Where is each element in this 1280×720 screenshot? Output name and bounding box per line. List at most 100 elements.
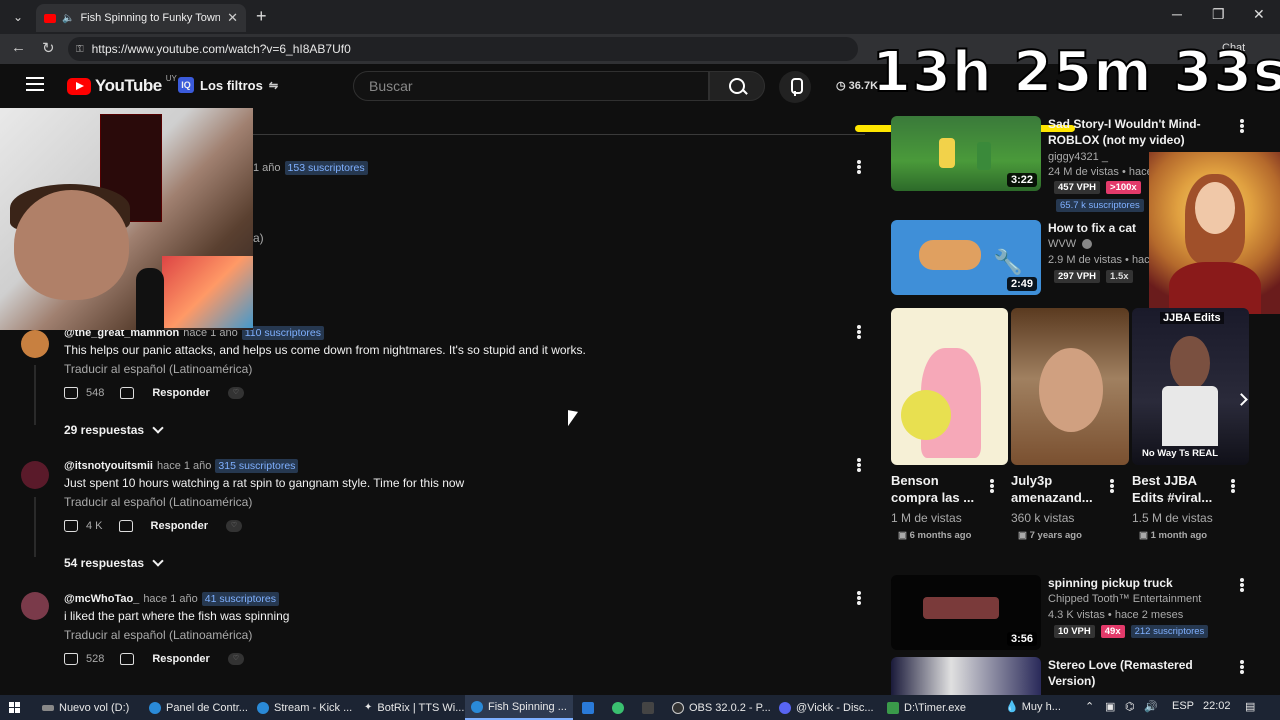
like-icon[interactable] — [64, 653, 78, 665]
speaker-icon[interactable]: 🔈 — [62, 13, 74, 24]
avatar[interactable] — [21, 592, 49, 620]
tray-app-icon[interactable]: ▣ — [1105, 700, 1115, 713]
short-title[interactable]: July3p amenazand... — [1011, 472, 1107, 506]
comment-more-icon[interactable] — [857, 325, 861, 339]
taskbar-item[interactable]: ✦ BotRix | TTS Wi... — [358, 695, 470, 720]
volume-icon[interactable]: 🔊 — [1144, 700, 1158, 713]
short-thumbnail[interactable]: JJBA Edits No Way Ts REAL — [1132, 308, 1249, 465]
video-stats: 457 VPH >100x — [1054, 181, 1141, 194]
tab-active[interactable]: 🔈 Fish Spinning to Funky Town ✕ — [36, 4, 246, 32]
like-count: 548 — [86, 387, 105, 399]
video-thumbnail[interactable]: 3:22 — [891, 116, 1041, 191]
avatar[interactable] — [21, 461, 49, 489]
youtube-logo[interactable]: YouTube UY — [67, 74, 177, 96]
section-divider — [253, 134, 865, 135]
like-icon[interactable] — [64, 520, 78, 532]
video-thumbnail[interactable]: 🔧 2:49 — [891, 220, 1041, 295]
taskbar-item-active[interactable]: Fish Spinning ... — [465, 695, 573, 720]
short-more-icon[interactable] — [990, 479, 994, 493]
taskbar-item[interactable]: D:\Timer.exe — [881, 695, 972, 720]
translate-link[interactable]: Traducir al español (Latinoamérica) — [64, 495, 252, 509]
short-title[interactable]: Best JJBA Edits #viral... — [1132, 472, 1228, 506]
menu-icon[interactable] — [26, 77, 44, 91]
video-title[interactable]: spinning pickup truck — [1048, 575, 1228, 591]
reply-button[interactable]: Responder — [152, 653, 209, 665]
video-channel[interactable]: giggy4321 _ — [1048, 151, 1108, 163]
clock-time[interactable]: 22:02 — [1203, 700, 1231, 712]
dislike-icon[interactable] — [118, 520, 133, 532]
translate-link[interactable]: Traducir al español (Latinoamérica) — [64, 362, 252, 376]
video-title[interactable]: Sad Story-I Wouldn't Mind- ROBLOX (not m… — [1048, 116, 1208, 148]
short-thumbnail[interactable] — [891, 308, 1008, 465]
video-more-icon[interactable] — [1240, 660, 1244, 674]
video-channel[interactable]: Chipped Tooth™ Entertainment — [1048, 593, 1201, 605]
reload-icon[interactable]: ↻ — [42, 39, 55, 57]
taskbar-pinned[interactable] — [606, 695, 630, 720]
short-thumbnail[interactable] — [1011, 308, 1129, 465]
video-title[interactable]: How to fix a cat — [1048, 220, 1148, 236]
input-language[interactable]: ESP — [1172, 700, 1194, 712]
creator-heart-icon: ♡ — [225, 520, 242, 532]
video-title[interactable]: Stereo Love (Remastered Version) — [1048, 657, 1228, 689]
url-field[interactable]: ⚿ https://www.youtube.com/watch?v=6_hI8A… — [68, 37, 858, 61]
minimize-button[interactable]: ─ — [1172, 6, 1182, 22]
taskbar-item[interactable]: Panel de Contr... — [143, 695, 254, 720]
video-more-icon[interactable] — [1240, 578, 1244, 592]
taskbar-item[interactable]: Nuevo vol (D:) — [36, 695, 135, 720]
video-thumbnail[interactable]: 3:56 — [891, 575, 1041, 650]
filters-button[interactable]: IQ Los filtros ⇋ — [178, 77, 278, 93]
replies-toggle[interactable]: 29 respuestas — [64, 422, 164, 437]
reply-button[interactable]: Responder — [151, 520, 208, 532]
taskbar-pinned[interactable] — [576, 695, 600, 720]
subscriber-badge: 212 suscriptores — [1130, 625, 1209, 638]
comment-more-icon[interactable] — [857, 591, 861, 605]
comment-author[interactable]: @mcWhoTao_ — [64, 593, 139, 605]
taskbar-item-label: Nuevo vol (D:) — [59, 701, 130, 714]
replies-toggle[interactable]: 54 respuestas — [64, 555, 164, 570]
taskbar-item-label: Panel de Contr... — [166, 701, 248, 714]
windows-start-icon[interactable] — [9, 702, 21, 714]
short-more-icon[interactable] — [1231, 479, 1235, 493]
short-more-icon[interactable] — [1110, 479, 1114, 493]
maximize-button[interactable]: ❐ — [1212, 6, 1225, 23]
taskbar-item[interactable]: OBS 32.0.2 - P... — [666, 695, 777, 720]
tab-close-icon[interactable]: ✕ — [227, 10, 238, 26]
comment-author[interactable]: @itsnotyouitsmii — [64, 460, 153, 472]
notifications-icon[interactable]: ▤ — [1245, 700, 1255, 713]
translate-link[interactable]: Traducir al español (Latinoamérica) — [64, 628, 252, 642]
stream-timer-overlay: 13h 25m 33s — [871, 39, 1280, 106]
comment-more-icon[interactable] — [857, 458, 861, 472]
taskbar-item[interactable]: Stream - Kick ... — [251, 695, 358, 720]
subscriber-badge: 41 suscriptores — [201, 592, 279, 606]
weather-label: Muy h... — [1021, 701, 1061, 713]
back-arrow-icon[interactable]: ← — [11, 39, 26, 56]
video-thumbnail[interactable] — [891, 657, 1041, 695]
reply-button[interactable]: Responder — [152, 387, 209, 399]
video-subs: 65.7 k suscriptores — [1056, 199, 1144, 212]
taskbar-item[interactable]: @Vickk - Disc... — [773, 695, 880, 720]
tray-chevron-icon[interactable]: ⌃ — [1085, 700, 1094, 713]
network-icon[interactable]: ⌬ — [1125, 700, 1135, 713]
short-title[interactable]: Benson compra las ... — [891, 472, 987, 506]
vph-badge: 457 VPH — [1054, 181, 1101, 194]
video-duration: 3:56 — [1006, 632, 1037, 646]
dislike-icon[interactable] — [120, 653, 135, 665]
voice-search-button[interactable] — [779, 71, 811, 103]
video-more-icon[interactable] — [1240, 119, 1244, 133]
like-icon[interactable] — [64, 387, 78, 399]
weather-widget[interactable]: 💧 Muy h... — [1005, 700, 1061, 713]
pickup-truck — [923, 597, 999, 619]
dislike-icon[interactable] — [120, 387, 135, 399]
search-button[interactable] — [709, 71, 765, 101]
video-channel[interactable]: WVW — [1048, 238, 1093, 250]
search-input[interactable] — [353, 71, 709, 101]
new-tab-button[interactable]: + — [256, 6, 267, 27]
obs-icon — [672, 701, 684, 714]
avatar[interactable] — [21, 330, 49, 358]
comment-more-icon[interactable] — [857, 160, 861, 174]
site-info-icon[interactable]: ⚿ — [76, 44, 84, 55]
close-window-button[interactable]: ✕ — [1253, 6, 1265, 23]
taskbar-pinned[interactable] — [636, 695, 660, 720]
video-views: 4.3 K vistas • hace 2 meses — [1048, 609, 1184, 621]
tab-list-chevron-icon[interactable]: ⌄ — [8, 7, 28, 27]
